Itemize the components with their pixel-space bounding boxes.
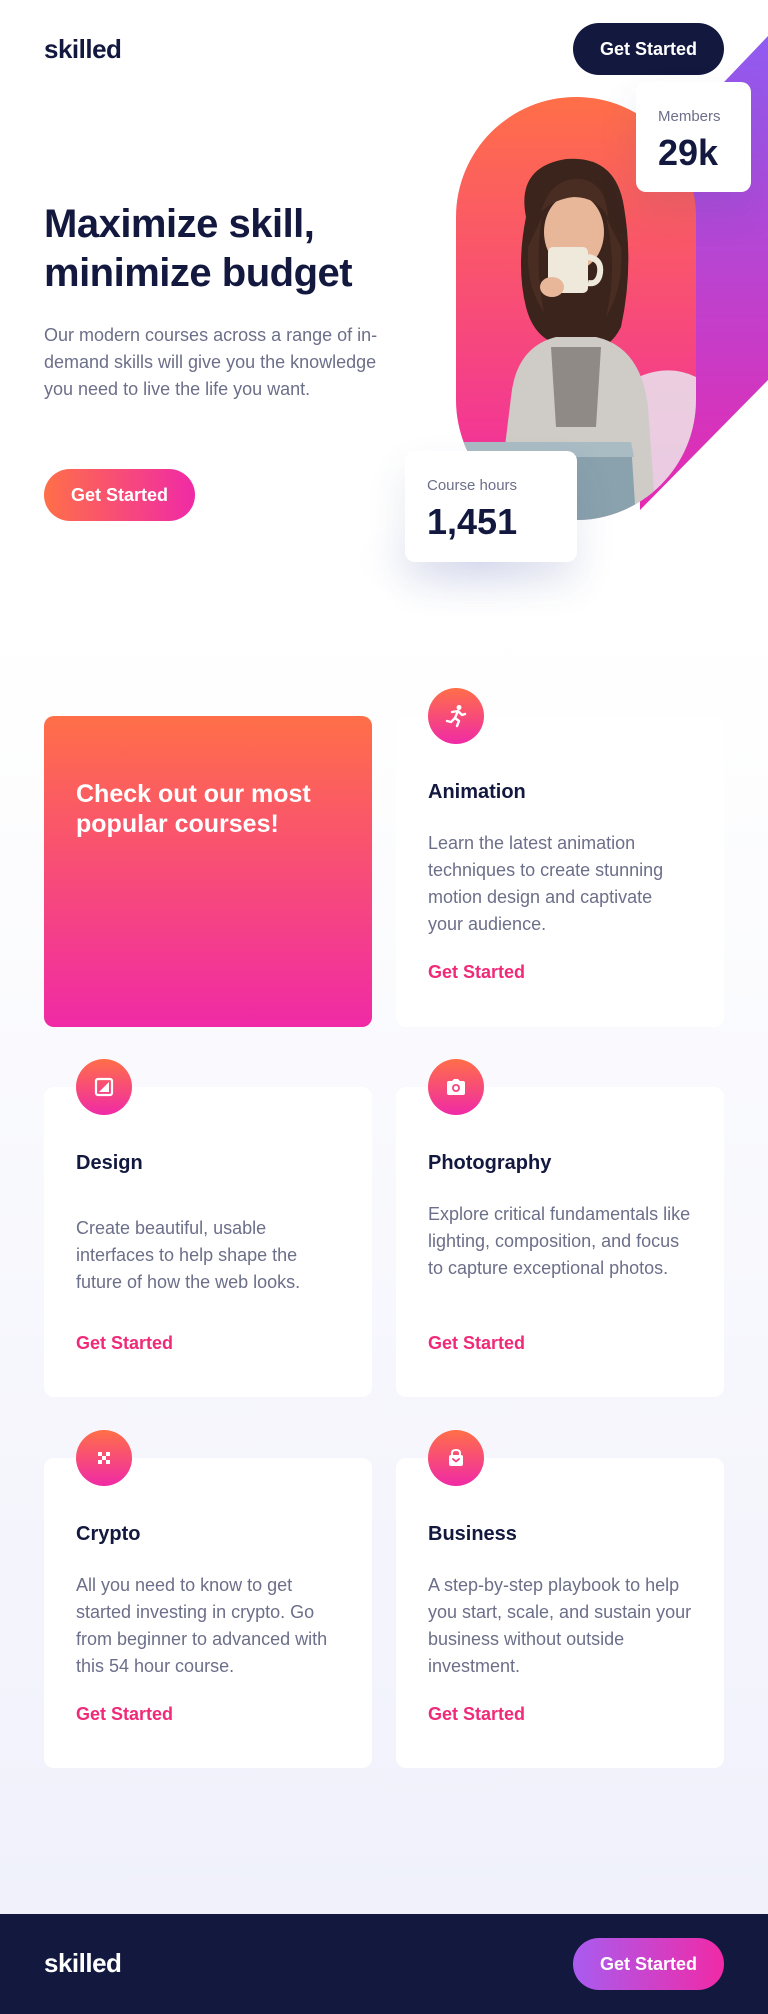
course-description: Learn the latest animation techniques to…: [428, 833, 664, 934]
crypto-icon: [76, 1430, 132, 1486]
course-description: Explore critical fundamentals like light…: [428, 1204, 691, 1278]
course-card-crypto: Crypto All you need to know to get start…: [44, 1430, 372, 1768]
course-description: A step-by-step playbook to help you star…: [428, 1575, 692, 1676]
course-card-business: Business A step-by-step playbook to help…: [396, 1430, 724, 1768]
design-get-started-link[interactable]: Get Started: [76, 1333, 173, 1354]
course-title: Design: [76, 1152, 143, 1174]
members-label: Members: [658, 108, 721, 125]
hero-get-started-button[interactable]: Get Started: [44, 469, 195, 521]
hero-description: Our modern courses across a range of in-…: [44, 325, 378, 399]
shopping-bag-icon: [428, 1430, 484, 1486]
hero-title: Maximize skill, minimize budget: [44, 202, 353, 295]
popular-courses-promo: Check out our most popular courses!: [44, 716, 372, 1027]
logo[interactable]: skilled: [44, 34, 122, 65]
course-description: Create beautiful, usable interfaces to h…: [76, 1218, 301, 1292]
camera-icon: [428, 1059, 484, 1115]
footer-logo[interactable]: skilled: [44, 1948, 122, 1979]
course-title: Photography: [428, 1152, 552, 1174]
photography-get-started-link[interactable]: Get Started: [428, 1333, 525, 1354]
course-title: Animation: [428, 781, 526, 803]
course-card-photography: Photography Explore critical fundamental…: [396, 1059, 724, 1397]
course-hours-label: Course hours: [427, 477, 518, 494]
promo-text: Check out our most popular courses!: [76, 780, 311, 838]
course-hours-stat-card: Course hours 1,451: [405, 451, 577, 562]
running-figure-icon: [428, 688, 484, 744]
design-icon: [76, 1059, 132, 1115]
footer-get-started-button[interactable]: Get Started: [573, 1938, 724, 1990]
course-hours-value: 1,451: [427, 501, 518, 542]
course-title: Business: [428, 1523, 517, 1545]
course-card-animation: Animation Learn the latest animation tec…: [396, 688, 724, 1027]
page: skilled Get Started Maximize skill, mini…: [0, 0, 768, 2014]
animation-get-started-link[interactable]: Get Started: [428, 962, 525, 983]
course-card-design: Design Create beautiful, usable interfac…: [44, 1059, 372, 1397]
business-get-started-link[interactable]: Get Started: [428, 1704, 525, 1725]
course-title: Crypto: [76, 1523, 141, 1545]
members-value: 29k: [658, 132, 719, 173]
site-footer: skilled Get Started: [0, 1914, 768, 2014]
course-description: All you need to know to get started inve…: [76, 1575, 328, 1676]
crypto-get-started-link[interactable]: Get Started: [76, 1704, 173, 1725]
header-get-started-button[interactable]: Get Started: [573, 23, 724, 75]
members-stat-card: Members 29k: [636, 82, 751, 192]
